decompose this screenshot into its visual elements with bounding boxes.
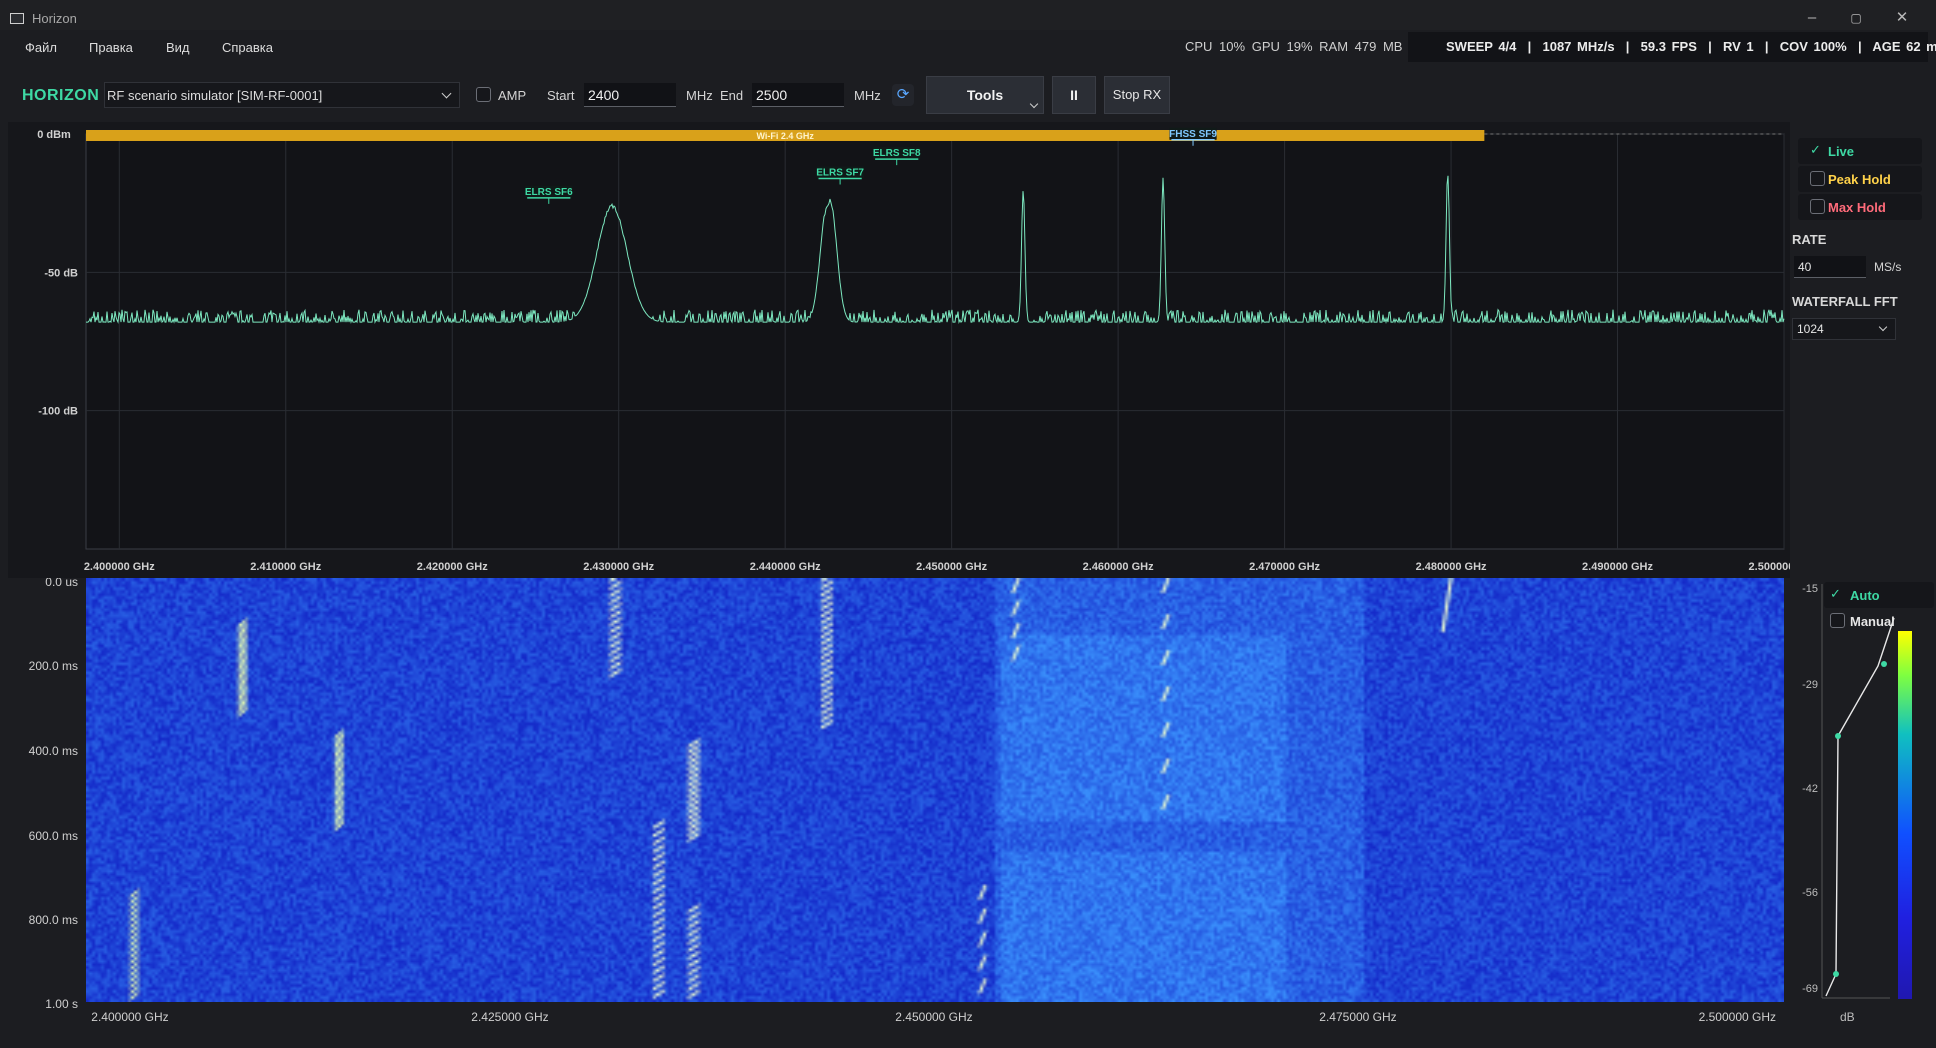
x-tick-label: 2.470000 GHz bbox=[1249, 561, 1320, 573]
trace-peak-hold[interactable]: Peak Hold bbox=[1798, 166, 1922, 192]
waterfall-time-ticks: 0.0 us 200.0 ms 400.0 ms 600.0 ms 800.0 ms 1.… bbox=[29, 578, 78, 1011]
trace-live-label: Live bbox=[1828, 144, 1855, 159]
y-tick-label: -50 dB bbox=[44, 267, 78, 279]
waterfall-freq-label: 2.425000 GHz bbox=[471, 1010, 548, 1024]
time-tick-label: 200.0 ms bbox=[29, 659, 78, 673]
time-tick-label: 0.0 us bbox=[45, 578, 78, 589]
check-icon: ✓ bbox=[1830, 586, 1841, 601]
x-tick-label: 2.400000 GHz bbox=[84, 561, 155, 573]
time-tick-label: 800.0 ms bbox=[29, 913, 78, 927]
colormap-tick-label: -69 bbox=[1802, 983, 1818, 995]
chevron-down-icon bbox=[1878, 322, 1888, 332]
y-tick-label: 0 dBm bbox=[37, 129, 71, 141]
colormap-curve: -15 -29 -42 -56 -69 bbox=[1802, 583, 1895, 999]
curve-handle-low[interactable] bbox=[1833, 971, 1839, 977]
signal-label[interactable]: ELRS SF7 bbox=[816, 168, 864, 179]
minimize-button[interactable]: – bbox=[1800, 6, 1824, 30]
x-tick-label: 2.480000 GHz bbox=[1416, 561, 1487, 573]
y-axis-ticks: 0 dBm -50 dB -100 dB bbox=[37, 129, 78, 418]
x-tick-label: 2.460000 GHz bbox=[1083, 561, 1154, 573]
time-tick-label: 400.0 ms bbox=[29, 744, 78, 758]
x-tick-label: 2.440000 GHz bbox=[750, 561, 821, 573]
waterfall-freq-label: 2.475000 GHz bbox=[1319, 1010, 1396, 1024]
trace-panel: ✓ Live Peak Hold Max Hold RATE MS/s WATE… bbox=[1790, 122, 1936, 578]
trace-live[interactable]: ✓ Live bbox=[1798, 138, 1922, 164]
x-tick-label: 2.410000 GHz bbox=[250, 561, 321, 573]
trace-max-hold-label: Max Hold bbox=[1828, 200, 1886, 215]
x-tick-label: 2.490000 GHz bbox=[1582, 561, 1653, 573]
time-tick-label: 600.0 ms bbox=[29, 829, 78, 843]
colormap-unit: dB bbox=[1840, 1010, 1855, 1024]
colormap-ticks: -15 -29 -42 -56 -69 bbox=[1802, 583, 1890, 999]
waterfall-freq-label: 2.500000 GHz bbox=[1699, 1010, 1776, 1024]
band-wifi-label: Wi-Fi 2.4 GHz bbox=[756, 131, 814, 141]
bottom-strip bbox=[0, 1038, 1936, 1048]
colormap-auto-label: Auto bbox=[1850, 588, 1880, 603]
waterfall-freq-label: 2.450000 GHz bbox=[895, 1010, 972, 1024]
colormap-tick-label: -29 bbox=[1802, 679, 1818, 691]
colormap-tick-label: -42 bbox=[1802, 783, 1818, 795]
x-tick-label: 2.450000 GHz bbox=[916, 561, 987, 573]
time-tick-label: 1.00 s bbox=[45, 997, 78, 1011]
waterfall-freq-label: 2.400000 GHz bbox=[91, 1010, 168, 1024]
close-button[interactable]: ✕ bbox=[1890, 6, 1914, 30]
curve-handle-mid[interactable] bbox=[1835, 733, 1841, 739]
rate-unit: MS/s bbox=[1874, 260, 1902, 274]
trace-max-hold[interactable]: Max Hold bbox=[1798, 194, 1922, 220]
peak-hold-checkbox[interactable] bbox=[1810, 171, 1825, 186]
colormap-manual[interactable]: Manual bbox=[1824, 608, 1934, 634]
colormap-tick-label: -15 bbox=[1802, 583, 1818, 595]
maximize-button[interactable]: ▢ bbox=[1844, 6, 1868, 30]
colormap-manual-label: Manual bbox=[1850, 614, 1895, 629]
colormap-gradient-bar[interactable] bbox=[1898, 631, 1912, 999]
rate-input[interactable] bbox=[1794, 256, 1866, 278]
max-hold-checkbox[interactable] bbox=[1810, 199, 1825, 214]
x-tick-label: 2.420000 GHz bbox=[417, 561, 488, 573]
colormap-tick-label: -56 bbox=[1802, 887, 1818, 899]
curve-handle-high[interactable] bbox=[1881, 661, 1887, 667]
colormap-panel: -15 -29 -42 -56 -69 ✓ Auto Manual dB bbox=[1790, 578, 1936, 1038]
colormap-auto[interactable]: ✓ Auto bbox=[1824, 582, 1934, 608]
colormap-curve-line bbox=[1825, 617, 1895, 997]
x-axis-ticks: 2.400000 GHz 2.410000 GHz 2.420000 GHz 2.43… bbox=[84, 561, 1790, 573]
signal-label[interactable]: ELRS SF6 bbox=[525, 187, 573, 198]
plot-area bbox=[85, 133, 1785, 550]
y-tick-label: -100 dB bbox=[38, 406, 78, 418]
trace-peak-hold-label: Peak Hold bbox=[1828, 172, 1891, 187]
spectrum-grid bbox=[85, 133, 1785, 550]
waterfall-axes: 0.0 us 200.0 ms 400.0 ms 600.0 ms 800.0 ms 1.… bbox=[29, 578, 1776, 1024]
check-icon: ✓ bbox=[1810, 142, 1821, 157]
x-tick-label: 2.430000 GHz bbox=[583, 561, 654, 573]
waterfall-fft-title: WATERFALL FFT bbox=[1792, 294, 1898, 309]
x-tick-label: 2.500000 GHz bbox=[1749, 561, 1790, 573]
signal-label[interactable]: FHSS SF9 bbox=[1169, 129, 1217, 140]
rate-title: RATE bbox=[1792, 232, 1827, 247]
waterfall-freq-ticks: 2.400000 GHz 2.425000 GHz 2.450000 GHz 2.47… bbox=[91, 1010, 1776, 1024]
manual-checkbox[interactable] bbox=[1830, 613, 1845, 628]
signal-label[interactable]: ELRS SF8 bbox=[873, 148, 921, 159]
waterfall-fft-value: 1024 bbox=[1797, 322, 1824, 336]
waterfall-fft-select[interactable]: 1024 bbox=[1792, 318, 1896, 340]
spectrum-chart[interactable]: Wi-Fi 2.4 GHz ELRS SF6 ELRS SF7 ELRS SF8 FH… bbox=[0, 0, 1790, 578]
